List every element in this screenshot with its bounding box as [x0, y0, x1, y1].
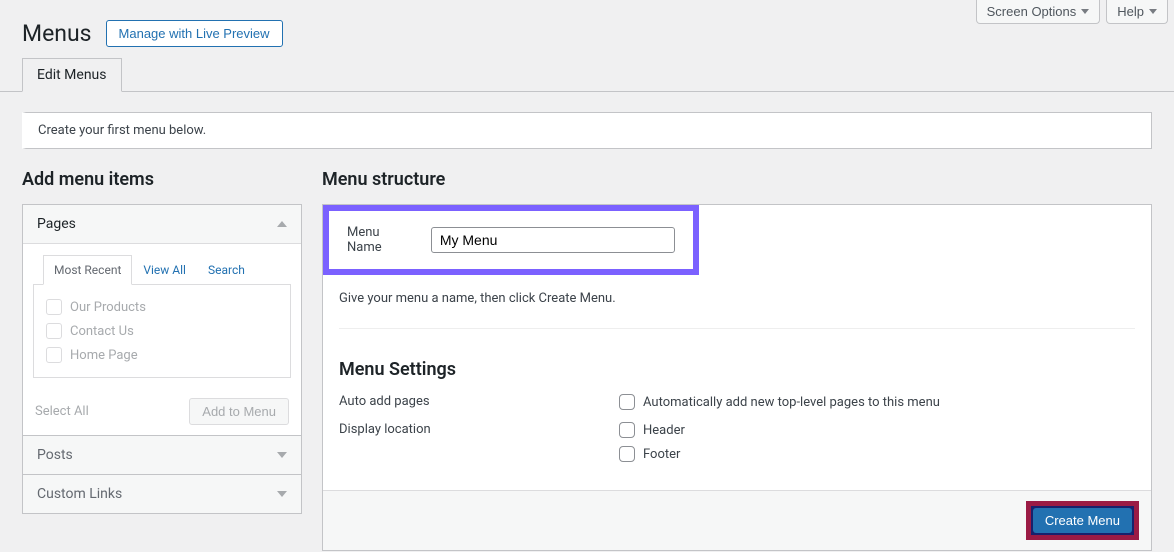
menu-settings-title: Menu Settings: [339, 359, 1135, 380]
menu-structure-title: Menu structure: [322, 169, 1152, 190]
accordion-pages-label: Pages: [37, 216, 76, 232]
checkbox-icon: [46, 299, 62, 315]
header-option-label: Header: [643, 423, 685, 438]
inner-tab-search[interactable]: Search: [197, 255, 256, 285]
chevron-down-icon: [277, 491, 287, 497]
instruction-text: Give your menu a name, then click Create…: [339, 291, 1135, 329]
notice-message: Create your first menu below.: [22, 112, 1152, 149]
footer-checkbox[interactable]: [619, 446, 635, 462]
inner-tab-most-recent[interactable]: Most Recent: [43, 255, 132, 285]
page-item[interactable]: Our Products: [40, 295, 284, 319]
add-to-menu-button[interactable]: Add to Menu: [189, 398, 289, 425]
menu-name-label: Menu Name: [347, 225, 413, 255]
checkbox-icon: [46, 323, 62, 339]
create-menu-highlight: Create Menu: [1026, 501, 1139, 540]
page-item[interactable]: Contact Us: [40, 319, 284, 343]
select-all-link[interactable]: Select All: [35, 404, 89, 419]
chevron-down-icon: [277, 452, 287, 458]
page-title: Menus: [22, 20, 92, 47]
chevron-up-icon: [277, 221, 287, 227]
accordion-posts-label: Posts: [37, 447, 73, 463]
page-item-label: Contact Us: [70, 324, 134, 339]
menu-name-input[interactable]: [431, 227, 675, 253]
auto-add-checkbox[interactable]: [619, 394, 635, 410]
accordion-custom-links-label: Custom Links: [37, 486, 122, 502]
screen-options-button[interactable]: Screen Options: [976, 0, 1101, 24]
checkbox-icon: [46, 347, 62, 363]
page-item-label: Home Page: [70, 348, 138, 363]
accordion-custom-links-header[interactable]: Custom Links: [23, 474, 301, 513]
display-location-label: Display location: [339, 422, 619, 462]
auto-add-label: Auto add pages: [339, 394, 619, 410]
tab-edit-menus[interactable]: Edit Menus: [22, 58, 122, 92]
screen-options-label: Screen Options: [987, 4, 1077, 19]
chevron-down-icon: [1081, 9, 1089, 14]
create-menu-button[interactable]: Create Menu: [1033, 508, 1132, 533]
chevron-down-icon: [1149, 9, 1157, 14]
header-checkbox[interactable]: [619, 422, 635, 438]
menu-name-bar: Menu Name: [323, 205, 699, 275]
inner-tab-view-all[interactable]: View All: [132, 255, 197, 285]
help-button[interactable]: Help: [1106, 0, 1168, 24]
page-item[interactable]: Home Page: [40, 343, 284, 367]
help-label: Help: [1117, 4, 1144, 19]
auto-add-option-label: Automatically add new top-level pages to…: [643, 395, 940, 410]
page-item-label: Our Products: [70, 300, 146, 315]
live-preview-button[interactable]: Manage with Live Preview: [106, 20, 283, 47]
footer-option-label: Footer: [643, 447, 680, 462]
accordion-pages-header[interactable]: Pages: [23, 205, 301, 243]
add-items-title: Add menu items: [22, 169, 302, 190]
accordion-posts-header[interactable]: Posts: [23, 435, 301, 474]
